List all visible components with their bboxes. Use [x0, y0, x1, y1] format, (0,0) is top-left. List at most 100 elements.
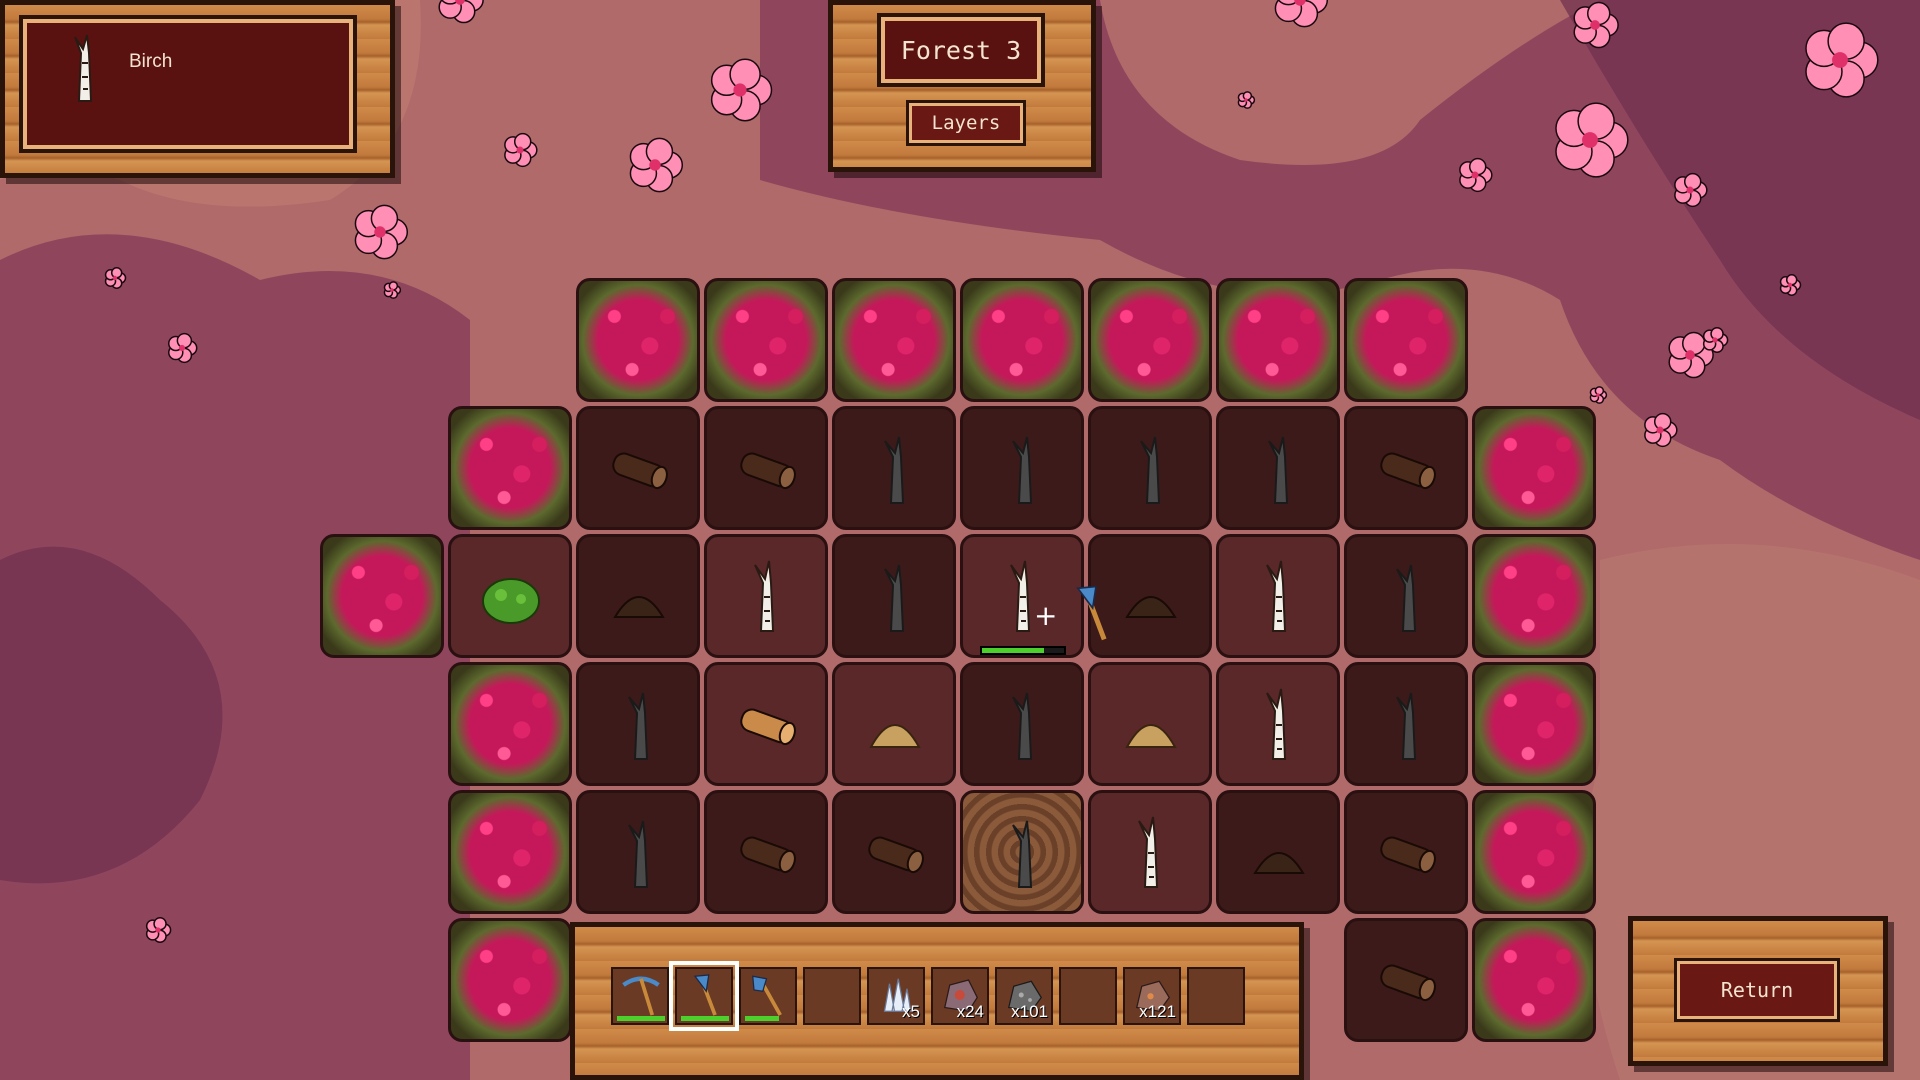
log-tile[interactable] — [1344, 406, 1468, 530]
dead-tree-tile[interactable] — [576, 662, 700, 786]
hotbar-slot[interactable]: x121 — [1123, 967, 1181, 1025]
dead-tree-icon — [983, 429, 1063, 514]
hotbar-slot[interactable] — [611, 967, 669, 1025]
log-tile[interactable] — [1344, 918, 1468, 1042]
shrub-tile[interactable] — [448, 534, 572, 658]
sand-icon — [1111, 685, 1191, 770]
log-tile[interactable] — [704, 406, 828, 530]
hotbar-slot[interactable] — [1187, 967, 1245, 1025]
blossom-bush-tile[interactable] — [448, 406, 572, 530]
log-icon — [1367, 429, 1447, 514]
location-panel: Forest 3 Layers — [828, 0, 1096, 172]
location-title-plate: Forest 3 — [877, 13, 1045, 87]
crosshair-cursor: + — [1034, 599, 1058, 632]
log-icon — [727, 813, 807, 898]
dead-tree-tile[interactable] — [1344, 662, 1468, 786]
birch-icon — [727, 557, 807, 642]
dead-tree-icon — [599, 813, 679, 898]
item-count: x5 — [902, 1002, 920, 1021]
log-tile[interactable] — [1344, 790, 1468, 914]
dead-tree-icon — [983, 685, 1063, 770]
return-button[interactable]: Return — [1674, 958, 1840, 1022]
item-count: x101 — [1011, 1002, 1048, 1021]
item-count: x121 — [1139, 1002, 1176, 1021]
dead-tree-tile[interactable] — [960, 406, 1084, 530]
log-icon — [727, 429, 807, 514]
birch-tile[interactable] — [1088, 790, 1212, 914]
blossom-bush-tile[interactable] — [1472, 406, 1596, 530]
log-icon — [599, 429, 679, 514]
dead-tree-tile[interactable] — [1216, 406, 1340, 530]
layers-button[interactable]: Layers — [906, 100, 1026, 146]
blossom-bush-tile[interactable] — [320, 534, 444, 658]
birch-icon — [1239, 685, 1319, 770]
dirt-tile[interactable] — [1216, 790, 1340, 914]
log-tile[interactable] — [704, 790, 828, 914]
log-tile[interactable] — [576, 406, 700, 530]
dead-tree-icon — [1239, 429, 1319, 514]
shrub-icon — [471, 557, 551, 642]
blossom-bush-tile[interactable] — [1472, 918, 1596, 1042]
birch-log-tile[interactable] — [704, 662, 828, 786]
log-icon — [1367, 941, 1447, 1026]
selected-item-name: Birch — [129, 51, 173, 72]
dead-tree-icon — [599, 685, 679, 770]
blossom-bush-tile[interactable] — [960, 278, 1084, 402]
dirt-tile[interactable] — [576, 534, 700, 658]
blossom-bush-tile[interactable] — [1344, 278, 1468, 402]
hotbar-panel: x5 x24 x101 x121 — [570, 922, 1304, 1080]
tree-stump-tile[interactable] — [960, 790, 1084, 914]
hotbar-slot[interactable]: x24 — [931, 967, 989, 1025]
dirt-icon — [1239, 813, 1319, 898]
hotbar-slot[interactable]: x101 — [995, 967, 1053, 1025]
durability-bar — [617, 1016, 665, 1021]
birch-tile[interactable] — [1216, 534, 1340, 658]
blossom-bush-tile[interactable] — [1472, 790, 1596, 914]
dead-tree-icon — [983, 813, 1063, 898]
sand-tile[interactable] — [1088, 662, 1212, 786]
dead-tree-tile[interactable] — [576, 790, 700, 914]
birch-icon — [1239, 557, 1319, 642]
birch-log-icon — [727, 685, 807, 770]
item-count: x24 — [956, 1002, 984, 1021]
chop-progress-bar — [980, 646, 1066, 655]
blossom-bush-tile[interactable] — [1216, 278, 1340, 402]
dirt-icon — [599, 557, 679, 642]
log-tile[interactable] — [832, 790, 956, 914]
blossom-bush-tile[interactable] — [1088, 278, 1212, 402]
hotbar-slot[interactable] — [739, 967, 797, 1025]
selected-item-plate: Birch — [19, 15, 357, 153]
blossom-bush-tile[interactable] — [832, 278, 956, 402]
blossom-bush-tile[interactable] — [448, 918, 572, 1042]
selected-slot-frame — [669, 961, 739, 1031]
dead-tree-icon — [1367, 557, 1447, 642]
dead-tree-icon — [855, 557, 935, 642]
blossom-bush-tile[interactable] — [704, 278, 828, 402]
dead-tree-tile[interactable] — [960, 662, 1084, 786]
sand-tile[interactable] — [832, 662, 956, 786]
birch-sapling-icon — [74, 34, 93, 102]
blossom-bush-tile[interactable] — [448, 790, 572, 914]
blossom-bush-tile[interactable] — [1472, 534, 1596, 658]
birch-tile[interactable] — [704, 534, 828, 658]
birch-tile[interactable] — [1216, 662, 1340, 786]
dead-tree-icon — [1111, 429, 1191, 514]
layers-label: Layers — [931, 112, 1001, 134]
blossom-bush-tile[interactable] — [1472, 662, 1596, 786]
blossom-bush-tile[interactable] — [448, 662, 572, 786]
dead-tree-tile[interactable] — [832, 406, 956, 530]
birch-icon — [1111, 813, 1191, 898]
dead-tree-tile[interactable] — [832, 534, 956, 658]
hotbar-slot[interactable]: x5 — [867, 967, 925, 1025]
return-label: Return — [1720, 978, 1794, 1002]
dead-tree-tile[interactable] — [1344, 534, 1468, 658]
dead-tree-tile[interactable] — [1088, 406, 1212, 530]
dead-tree-icon — [1367, 685, 1447, 770]
hotbar-slot[interactable] — [1059, 967, 1117, 1025]
axe-cursor-icon — [1058, 580, 1124, 651]
chop-progress-fill — [982, 648, 1044, 653]
log-icon — [855, 813, 935, 898]
blossom-bush-tile[interactable] — [576, 278, 700, 402]
hotbar-slot[interactable] — [803, 967, 861, 1025]
selected-item-panel: Birch — [0, 0, 395, 178]
